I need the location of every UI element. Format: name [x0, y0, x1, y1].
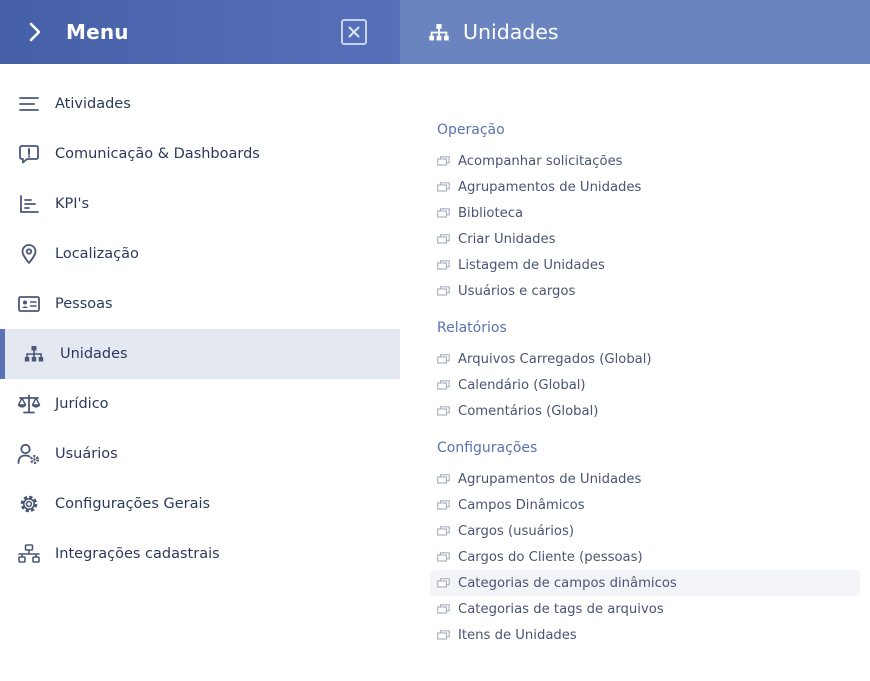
link-cargos-do-cliente-pessoas[interactable]: Cargos do Cliente (pessoas) [430, 544, 860, 570]
window-stack-icon [437, 604, 451, 614]
link-agrupamentos-de-unidades[interactable]: Agrupamentos de Unidades [430, 174, 860, 200]
panel-header: Unidades [400, 0, 870, 64]
link-usuarios-e-cargos[interactable]: Usuários e cargos [430, 278, 860, 304]
scales-icon [17, 392, 41, 416]
link-label: Campos Dinâmicos [458, 497, 585, 513]
menu-item-integracoes-cadastrais[interactable]: Integrações cadastrais [0, 529, 400, 579]
id-card-icon [17, 292, 41, 316]
window-stack-icon [437, 286, 451, 296]
link-label: Comentários (Global) [458, 403, 599, 419]
link-label: Categorias de tags de arquivos [458, 601, 664, 617]
link-categorias-de-tags-de-arquivos[interactable]: Categorias de tags de arquivos [430, 596, 860, 622]
close-menu-button[interactable] [341, 19, 367, 45]
section-operacao: Operação Acompanhar solicitações Agrupam… [430, 122, 870, 304]
link-cargos-usuarios[interactable]: Cargos (usuários) [430, 518, 860, 544]
menu-item-label: Localização [55, 246, 139, 262]
chevron-right-icon[interactable] [24, 21, 46, 43]
app-root: Menu Atividades Comunicação & Dashboards [0, 0, 870, 681]
menu-item-juridico[interactable]: Jurídico [0, 379, 400, 429]
window-stack-icon [437, 630, 451, 640]
window-stack-icon [437, 578, 451, 588]
map-pin-icon [17, 242, 41, 266]
link-label: Itens de Unidades [458, 627, 577, 643]
menu-header: Menu [0, 0, 400, 64]
link-agrupamentos-de-unidades-config[interactable]: Agrupamentos de Unidades [430, 466, 860, 492]
link-label: Calendário (Global) [458, 377, 586, 393]
window-stack-icon [437, 260, 451, 270]
section-title: Relatórios [437, 320, 507, 336]
link-label: Agrupamentos de Unidades [458, 471, 642, 487]
menu-title: Menu [66, 20, 129, 44]
menu-item-label: Integrações cadastrais [55, 546, 220, 562]
menu-item-atividades[interactable]: Atividades [0, 79, 400, 129]
menu-item-label: Jurídico [55, 396, 109, 412]
panel-body: Operação Acompanhar solicitações Agrupam… [400, 64, 870, 648]
link-acompanhar-solicitacoes[interactable]: Acompanhar solicitações [430, 148, 860, 174]
user-gear-icon [17, 442, 41, 466]
menu-item-unidades[interactable]: Unidades [0, 329, 400, 379]
menu-item-comunicacao-dashboards[interactable]: Comunicação & Dashboards [0, 129, 400, 179]
link-criar-unidades[interactable]: Criar Unidades [430, 226, 860, 252]
window-stack-icon [437, 354, 451, 364]
menu-item-label: Configurações Gerais [55, 496, 211, 512]
link-label: Usuários e cargos [458, 283, 576, 299]
menu-item-label: Atividades [55, 96, 131, 112]
link-label: Categorias de campos dinâmicos [458, 575, 677, 591]
menu-item-usuarios[interactable]: Usuários [0, 429, 400, 479]
window-stack-icon [437, 208, 451, 218]
menu-item-label: KPI's [55, 196, 90, 212]
side-menu: Menu Atividades Comunicação & Dashboards [0, 0, 400, 681]
sitemap-icon [428, 21, 450, 43]
sitemap-icon [22, 342, 46, 366]
window-stack-icon [437, 234, 451, 244]
section-relatorios: Relatórios Arquivos Carregados (Global) … [430, 320, 870, 424]
window-stack-icon [437, 500, 451, 510]
window-stack-icon [437, 526, 451, 536]
section-configuracoes: Configurações Agrupamentos de Unidades C… [430, 440, 870, 648]
window-stack-icon [437, 474, 451, 484]
window-stack-icon [437, 156, 451, 166]
link-calendario-global[interactable]: Calendário (Global) [430, 372, 860, 398]
link-categorias-de-campos-dinamicos[interactable]: Categorias de campos dinâmicos [430, 570, 860, 596]
link-comentarios-global[interactable]: Comentários (Global) [430, 398, 860, 424]
link-label: Biblioteca [458, 205, 524, 221]
link-itens-de-unidades[interactable]: Itens de Unidades [430, 622, 860, 648]
link-campos-dinamicos[interactable]: Campos Dinâmicos [430, 492, 860, 518]
link-arquivos-carregados-global[interactable]: Arquivos Carregados (Global) [430, 346, 860, 372]
bar-chart-icon [17, 192, 41, 216]
window-stack-icon [437, 552, 451, 562]
menu-item-label: Unidades [60, 346, 128, 362]
close-icon [348, 26, 360, 38]
list-lines-icon [17, 92, 41, 116]
link-label: Cargos (usuários) [458, 523, 574, 539]
link-listagem-de-unidades[interactable]: Listagem de Unidades [430, 252, 860, 278]
section-title: Configurações [437, 440, 538, 456]
submenu-panel: Unidades Operação Acompanhar solicitaçõe… [400, 0, 870, 681]
gear-icon [17, 492, 41, 516]
link-label: Arquivos Carregados (Global) [458, 351, 652, 367]
menu-item-localizacao[interactable]: Localização [0, 229, 400, 279]
link-label: Listagem de Unidades [458, 257, 605, 273]
window-stack-icon [437, 380, 451, 390]
link-label: Criar Unidades [458, 231, 556, 247]
menu-item-pessoas[interactable]: Pessoas [0, 279, 400, 329]
panel-title: Unidades [463, 20, 559, 44]
link-label: Acompanhar solicitações [458, 153, 623, 169]
link-label: Agrupamentos de Unidades [458, 179, 642, 195]
link-biblioteca[interactable]: Biblioteca [430, 200, 860, 226]
network-icon [17, 542, 41, 566]
alert-message-icon [17, 142, 41, 166]
menu-item-kpis[interactable]: KPI's [0, 179, 400, 229]
menu-list: Atividades Comunicação & Dashboards KPI'… [0, 64, 400, 579]
menu-item-configuracoes-gerais[interactable]: Configurações Gerais [0, 479, 400, 529]
menu-item-label: Comunicação & Dashboards [55, 146, 260, 162]
window-stack-icon [437, 182, 451, 192]
link-label: Cargos do Cliente (pessoas) [458, 549, 643, 565]
section-title: Operação [437, 122, 505, 138]
window-stack-icon [437, 406, 451, 416]
menu-item-label: Pessoas [55, 296, 113, 312]
menu-item-label: Usuários [55, 446, 118, 462]
